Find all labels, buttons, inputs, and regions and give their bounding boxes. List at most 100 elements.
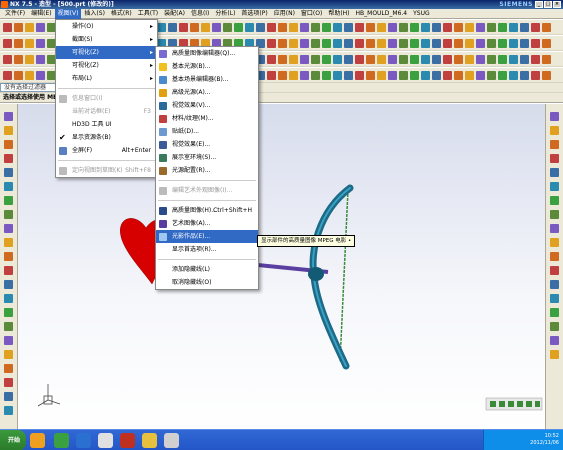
- resource-bar-icon[interactable]: [550, 308, 559, 317]
- toolbar-icon[interactable]: [300, 54, 309, 64]
- taskbar-app-icon[interactable]: [76, 433, 91, 448]
- toolbar-icon[interactable]: [432, 38, 441, 48]
- toolbar-icon[interactable]: [366, 54, 375, 64]
- menu-item-info-window[interactable]: 信息窗口(I): [56, 92, 157, 105]
- resource-bar-icon[interactable]: [550, 280, 559, 289]
- menu-item-orient-to-sketch[interactable]: 定向视图到草图(K) Shift+F8: [56, 164, 157, 177]
- toolbar-icon[interactable]: [465, 22, 474, 32]
- toolbar-icon[interactable]: [190, 22, 199, 32]
- menu-item-visualization[interactable]: 可视化(Z) ▸: [56, 46, 157, 59]
- toolbar-icon[interactable]: [443, 70, 452, 80]
- toolbar-icon[interactable]: [311, 38, 320, 48]
- toolbar-icon[interactable]: [25, 22, 34, 32]
- toolbar-icon[interactable]: [443, 22, 452, 32]
- toolbar-icon[interactable]: [300, 38, 309, 48]
- taskbar-folder-icon[interactable]: [142, 433, 157, 448]
- toolbar-icon[interactable]: [278, 54, 287, 64]
- toolbar-icon[interactable]: [498, 54, 507, 64]
- toolbar-icon[interactable]: [509, 54, 518, 64]
- resource-bar-icon[interactable]: [4, 392, 13, 401]
- toolbar-icon[interactable]: [322, 22, 331, 32]
- submenu-item-art-image[interactable]: 艺术图像(A)...: [156, 217, 258, 230]
- toolbar-icon[interactable]: [399, 22, 408, 32]
- toolbar-icon[interactable]: [344, 22, 353, 32]
- toolbar-icon[interactable]: [410, 70, 419, 80]
- toolbar-icon[interactable]: [487, 38, 496, 48]
- submenu-item-decal[interactable]: 贴纸(D)...: [156, 125, 258, 138]
- toolbar-icon[interactable]: [531, 54, 540, 64]
- toolbar-icon[interactable]: [25, 70, 34, 80]
- toolbar-icon[interactable]: [355, 22, 364, 32]
- resource-bar-icon[interactable]: [550, 336, 559, 345]
- resource-bar-icon[interactable]: [550, 140, 559, 149]
- toolbar-icon[interactable]: [179, 22, 188, 32]
- menu-view[interactable]: 视图(V): [54, 8, 82, 19]
- resource-bar-icon[interactable]: [4, 266, 13, 275]
- toolbar-icon[interactable]: [3, 70, 12, 80]
- taskbar-nx-icon[interactable]: [98, 433, 113, 448]
- submenu-item-visual-effect-2[interactable]: 视觉效果(E)...: [156, 138, 258, 151]
- submenu-item-display-prefs[interactable]: 显示首选项(R)...: [156, 243, 258, 256]
- menu-item-visualization-2[interactable]: 可视化(Z) ▸: [56, 59, 157, 72]
- toolbar-icon[interactable]: [267, 38, 276, 48]
- toolbar-icon[interactable]: [377, 70, 386, 80]
- toolbar-icon[interactable]: [454, 38, 463, 48]
- toolbar-icon[interactable]: [421, 54, 430, 64]
- toolbar-icon[interactable]: [289, 54, 298, 64]
- toolbar-icon[interactable]: [366, 70, 375, 80]
- toolbar-icon[interactable]: [509, 38, 518, 48]
- toolbar-icon[interactable]: [443, 54, 452, 64]
- toolbar-icon[interactable]: [300, 22, 309, 32]
- toolbar-icon[interactable]: [531, 38, 540, 48]
- resource-bar-icon[interactable]: [550, 112, 559, 121]
- toolbar-icon[interactable]: [454, 54, 463, 64]
- menu-preferences[interactable]: 首选项(P): [238, 9, 270, 19]
- toolbar-icon[interactable]: [344, 38, 353, 48]
- resource-bar-icon[interactable]: [550, 210, 559, 219]
- toolbar-icon[interactable]: [432, 22, 441, 32]
- toolbar-icon[interactable]: [498, 22, 507, 32]
- toolbar-icon[interactable]: [520, 70, 529, 80]
- submenu-item-remove-hidden-line[interactable]: 取消隐藏线(O): [156, 276, 258, 289]
- resource-bar-icon[interactable]: [550, 238, 559, 247]
- resource-bar-icon[interactable]: [550, 252, 559, 261]
- toolbar-icon[interactable]: [432, 70, 441, 80]
- toolbar-icon[interactable]: [267, 54, 276, 64]
- toolbar-icon[interactable]: [476, 54, 485, 64]
- submenu-item-hq-image[interactable]: 高质量图像(H)... Ctrl+Shift+H: [156, 204, 258, 217]
- toolbar-icon[interactable]: [278, 22, 287, 32]
- toolbar-icon[interactable]: [267, 22, 276, 32]
- toolbar-icon[interactable]: [410, 38, 419, 48]
- toolbar-icon[interactable]: [377, 54, 386, 64]
- resource-bar-icon[interactable]: [4, 210, 13, 219]
- menu-file[interactable]: 文件(F): [2, 9, 28, 19]
- toolbar-icon[interactable]: [223, 22, 232, 32]
- toolbar-icon[interactable]: [520, 54, 529, 64]
- submenu-item-advanced-light[interactable]: 高级光源(A)...: [156, 86, 258, 99]
- submenu-item-visual-effect[interactable]: 视觉效果(V)...: [156, 99, 258, 112]
- submenu-item-basic-light[interactable]: 基本光源(B)...: [156, 60, 258, 73]
- close-button[interactable]: ×: [553, 1, 561, 8]
- submenu-item-light-work[interactable]: 光影作品(E)...: [156, 230, 258, 243]
- toolbar-icon[interactable]: [454, 22, 463, 32]
- toolbar-icon[interactable]: [278, 38, 287, 48]
- resource-bar-icon[interactable]: [4, 378, 13, 387]
- menu-hb-mould[interactable]: HB_MOULD_M6.4: [353, 9, 411, 19]
- resource-bar-icon[interactable]: [550, 294, 559, 303]
- resource-bar-icon[interactable]: [4, 238, 13, 247]
- menu-ysug[interactable]: YSUG: [410, 9, 433, 19]
- toolbar-icon[interactable]: [311, 22, 320, 32]
- toolbar-icon[interactable]: [487, 22, 496, 32]
- toolbar-icon[interactable]: [289, 38, 298, 48]
- submenu-item-basic-scene[interactable]: 基本场景编辑器(B)...: [156, 73, 258, 86]
- toolbar-icon[interactable]: [333, 70, 342, 80]
- resource-bar-icon[interactable]: [4, 364, 13, 373]
- submenu-item-hq-image-editor[interactable]: 高质量图像编辑器(Q)...: [156, 47, 258, 60]
- resource-bar-icon[interactable]: [4, 126, 13, 135]
- toolbar-icon[interactable]: [399, 38, 408, 48]
- toolbar-icon[interactable]: [465, 38, 474, 48]
- toolbar-icon[interactable]: [542, 70, 551, 80]
- toolbar-icon[interactable]: [542, 22, 551, 32]
- toolbar-icon[interactable]: [476, 70, 485, 80]
- toolbar-icon[interactable]: [410, 22, 419, 32]
